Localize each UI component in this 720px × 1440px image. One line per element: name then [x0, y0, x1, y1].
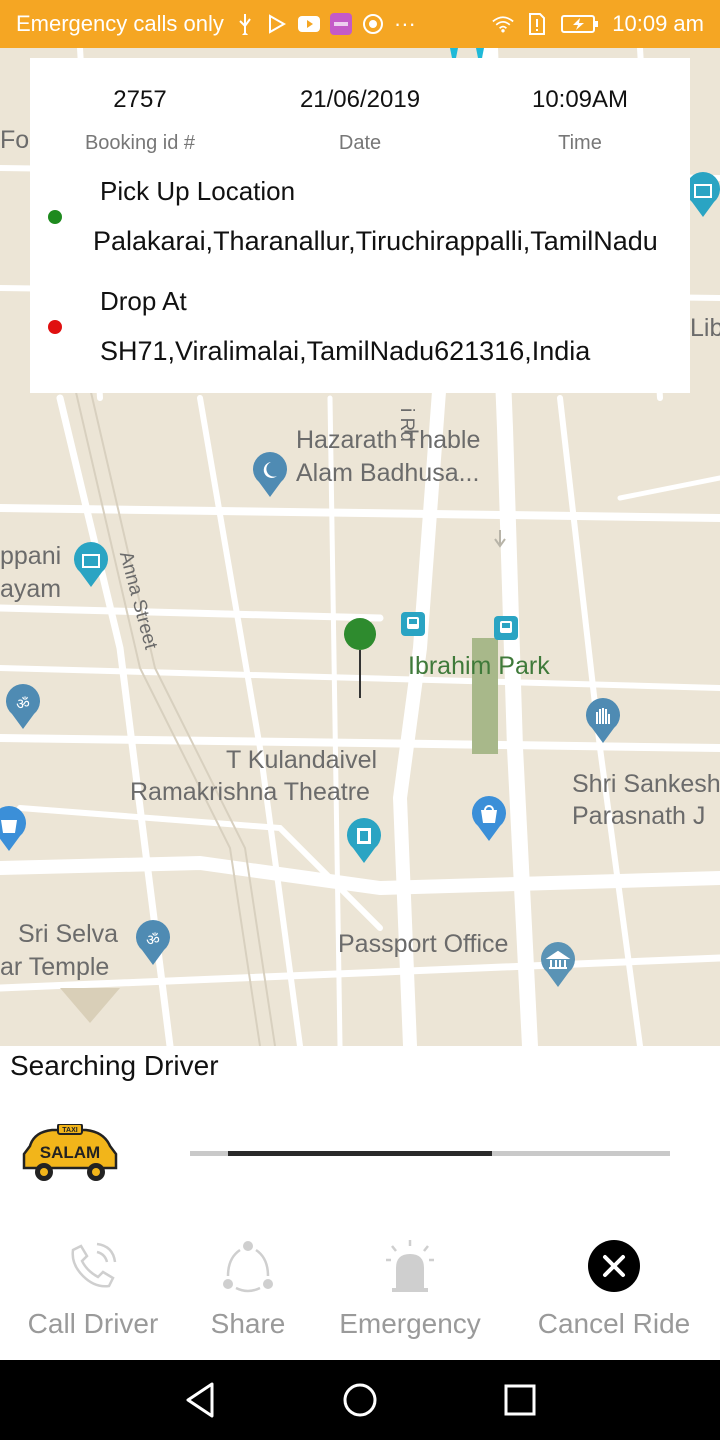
ride-actions: Call Driver Share Emergency Cancel Ride — [0, 1236, 720, 1346]
map-label: Alam Badhusa... — [296, 459, 480, 487]
status-right: 10:09 am — [492, 11, 704, 37]
carrier-text: Emergency calls only — [16, 11, 224, 36]
map-label: Shri Sankesh — [572, 770, 720, 798]
temple-poi-icon-2[interactable]: ॐ — [134, 920, 172, 966]
emergency-button[interactable]: Emergency — [334, 1236, 486, 1340]
mosque-poi-icon[interactable] — [251, 452, 289, 498]
booking-time-column: 10:09AM Time — [470, 86, 690, 155]
ride-status-sheet: Searching Driver TAXI SALAM Call Driver … — [0, 1046, 720, 1360]
booking-time-value: 10:09AM — [531, 86, 629, 113]
back-icon[interactable] — [178, 1378, 222, 1422]
pickup-title: Pick Up Location — [100, 176, 296, 206]
map-label: Lib — [690, 314, 720, 342]
recents-icon[interactable] — [498, 1378, 542, 1422]
booking-date-column: 21/06/2019 Date — [250, 86, 470, 155]
map-label: ar Temple — [0, 953, 110, 981]
bus-stop-icon[interactable] — [401, 612, 425, 636]
clock-time: 10:09 am — [612, 11, 704, 36]
cancel-ride-label: Cancel Ride — [537, 1308, 691, 1339]
share-icon — [218, 1236, 278, 1296]
status-bar: Emergency calls only ··· 10:09 am — [0, 0, 720, 48]
search-progress-bar — [190, 1151, 670, 1156]
youtube-icon — [297, 13, 320, 35]
drop-dot-icon — [48, 320, 62, 334]
play-icon — [266, 13, 288, 35]
searching-driver-title: Searching Driver — [10, 1050, 219, 1081]
theatre-poi-icon[interactable] — [345, 818, 383, 864]
bus-stop-icon-2[interactable] — [494, 616, 518, 640]
chrome-icon — [362, 13, 384, 35]
close-circle-icon — [584, 1236, 644, 1296]
map-label-park: Ibrahim Park — [408, 652, 550, 680]
booking-date-value: 21/06/2019 — [299, 86, 421, 113]
map-label: Passport Office — [338, 930, 509, 958]
call-driver-label: Call Driver — [27, 1308, 159, 1339]
map-label-road: i Rd — [396, 408, 417, 442]
map-label: Ramakrishna Theatre — [130, 778, 370, 806]
sim-alert-icon — [526, 13, 548, 35]
booking-id-caption: Booking id # — [84, 132, 196, 154]
svg-text:ॐ: ॐ — [146, 931, 160, 949]
alarm-bell-icon — [380, 1236, 440, 1296]
government-poi-icon[interactable] — [539, 942, 577, 988]
logo-text-top: TAXI — [62, 1127, 77, 1134]
booking-id-column: 2757 Booking id # — [30, 86, 250, 155]
shopping-poi-icon-2[interactable] — [0, 806, 28, 852]
system-nav-bar — [0, 1360, 720, 1440]
booking-info-row: 2757 Booking id # 21/06/2019 Date 10:09A… — [30, 86, 690, 155]
one-way-arrow-icon — [494, 530, 506, 548]
share-label: Share — [210, 1308, 286, 1339]
museum-poi-icon[interactable] — [72, 542, 110, 588]
booking-id-value: 2757 — [113, 86, 167, 113]
cancel-ride-button[interactable]: Cancel Ride — [532, 1236, 696, 1340]
map-label: Hazarath Thable — [296, 426, 481, 454]
map-label: T Kulandaivel — [226, 746, 378, 774]
wifi-icon — [492, 13, 514, 35]
booking-card: 2757 Booking id # 21/06/2019 Date 10:09A… — [30, 58, 690, 393]
phone-icon — [63, 1236, 123, 1296]
map-label: Sri Selva — [18, 920, 119, 948]
taxi-salam-logo: TAXI SALAM — [22, 1124, 118, 1181]
map-label: ppani — [0, 542, 62, 570]
drop-title: Drop At — [100, 286, 187, 316]
jain-temple-poi-icon[interactable] — [584, 698, 622, 744]
pickup-address[interactable]: Palakarai,Tharanallur,Tiruchirappalli,Ta… — [93, 226, 658, 257]
search-progress-fill — [228, 1151, 492, 1156]
call-driver-button[interactable]: Call Driver — [22, 1236, 164, 1340]
pickup-dot-icon — [48, 210, 62, 224]
map-label: ayam — [0, 575, 62, 603]
status-left: Emergency calls only ··· — [16, 11, 492, 37]
location-pin-icon[interactable] — [342, 618, 378, 700]
overflow-dots: ··· — [393, 11, 416, 36]
drop-address[interactable]: SH71,Viralimalai,TamilNadu621316,India — [100, 336, 590, 367]
temple-poi-icon[interactable]: ॐ — [4, 684, 42, 730]
booking-time-caption: Time — [558, 132, 602, 154]
home-icon[interactable] — [338, 1378, 382, 1422]
usb-icon — [234, 13, 256, 35]
logo-text-main: SALAM — [40, 1143, 100, 1162]
shopping-poi-icon[interactable] — [470, 796, 508, 842]
map-label: Parasnath J — [572, 802, 706, 830]
emergency-label: Emergency — [339, 1308, 481, 1339]
booking-date-caption: Date — [338, 132, 382, 154]
app-icon — [329, 13, 352, 35]
share-button[interactable]: Share — [200, 1236, 296, 1340]
svg-text:ॐ: ॐ — [16, 695, 30, 713]
battery-charging-icon — [560, 13, 600, 35]
